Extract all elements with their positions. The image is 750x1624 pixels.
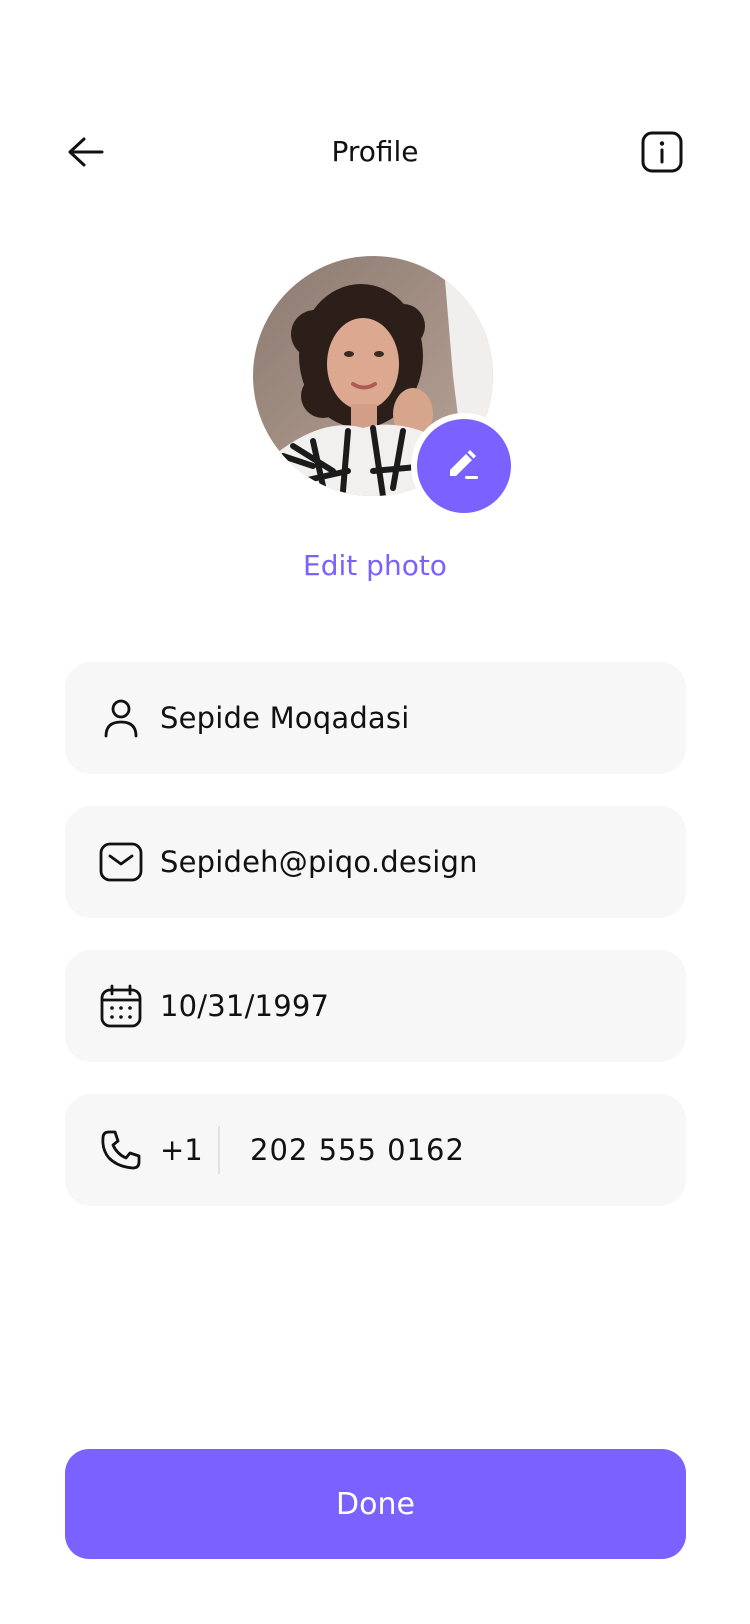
- name-value: Sepide Moqadasi: [160, 701, 410, 735]
- country-code[interactable]: +1: [160, 1133, 203, 1167]
- name-field[interactable]: Sepide Moqadasi: [65, 662, 686, 774]
- info-icon: [641, 131, 683, 173]
- phone-field[interactable]: +1 202 555 0162: [65, 1094, 686, 1206]
- pencil-icon: [450, 450, 478, 479]
- birthdate-field[interactable]: 10/31/1997: [65, 950, 686, 1062]
- edit-photo-link[interactable]: Edit photo: [0, 548, 750, 584]
- header: Profile: [0, 118, 750, 188]
- phone-icon: [98, 1127, 144, 1173]
- birthdate-value: 10/31/1997: [160, 989, 330, 1023]
- profile-screen: Profile Edit photo Sepide Moqadasi Sepid…: [0, 0, 750, 1624]
- calendar-icon: [98, 983, 144, 1029]
- phone-divider: [218, 1126, 220, 1174]
- email-field[interactable]: Sepideh@piqo.design: [65, 806, 686, 918]
- email-value: Sepideh@piqo.design: [160, 845, 478, 879]
- done-button[interactable]: Done: [65, 1449, 686, 1559]
- page-title: Profile: [331, 135, 419, 168]
- avatar-container: [253, 256, 517, 519]
- user-icon: [98, 695, 144, 741]
- info-button[interactable]: [640, 130, 684, 174]
- phone-number-value: 202 555 0162: [250, 1133, 465, 1167]
- edit-photo-badge[interactable]: [411, 413, 517, 519]
- mail-icon: [98, 839, 144, 885]
